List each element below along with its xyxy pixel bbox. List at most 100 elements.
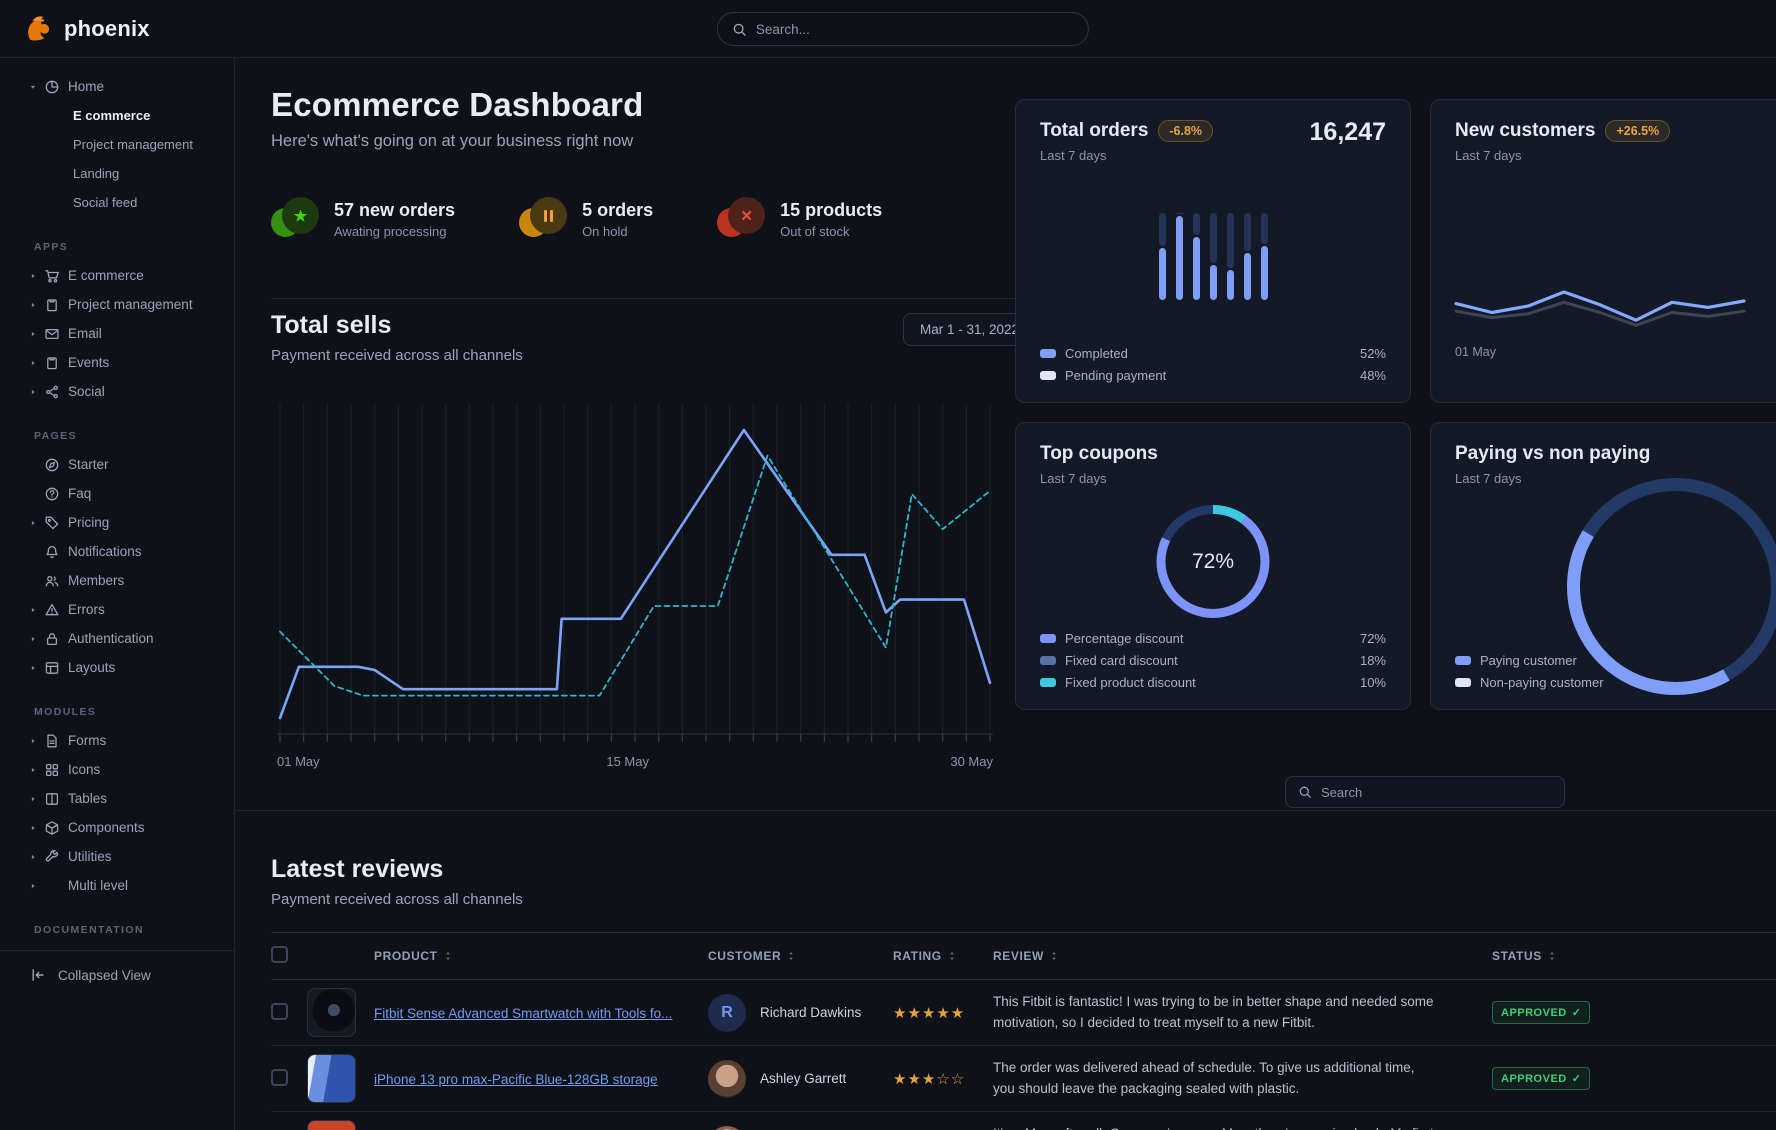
sidebar-item-forms[interactable]: Forms	[0, 726, 234, 755]
pause-icon	[519, 197, 569, 241]
sidebar-item-members[interactable]: Members	[0, 566, 234, 595]
bar-completed-segment	[1210, 265, 1217, 300]
sidebar-item-e-commerce[interactable]: E commerce	[0, 261, 234, 290]
brand-name: phoenix	[64, 16, 150, 42]
sidebar-item-pricing[interactable]: Pricing	[0, 508, 234, 537]
sidebar-item-utilities[interactable]: Utilities	[0, 842, 234, 871]
check-icon: ✓	[1572, 1006, 1582, 1019]
global-search[interactable]	[717, 12, 1089, 46]
column-header-review[interactable]: REVIEW	[993, 949, 1466, 963]
global-search-input[interactable]	[756, 22, 1074, 37]
phoenix-flame-icon	[22, 12, 55, 45]
bar-completed-segment	[1261, 246, 1268, 300]
sort-icon	[1546, 950, 1558, 962]
orders-legend: Completed52%Pending payment48%	[1040, 342, 1386, 386]
sidebar-item-label: Email	[68, 326, 102, 341]
pause-bar	[544, 210, 547, 222]
caret-right-icon	[28, 387, 44, 397]
legend-swatch	[1040, 349, 1056, 358]
caret-right-icon	[28, 852, 44, 862]
shopping-cart-icon	[44, 268, 68, 284]
search-icon	[732, 22, 747, 37]
review-cell: The order was delivered ahead of schedul…	[993, 1058, 1466, 1099]
caret-right-icon	[28, 329, 44, 339]
sort-icon	[442, 950, 454, 962]
column-header-rating[interactable]: RATING	[893, 949, 993, 963]
sidebar-item-social[interactable]: Social	[0, 377, 234, 406]
brand-logo[interactable]: phoenix	[22, 12, 150, 45]
legend-label: Non-paying customer	[1480, 675, 1776, 690]
rating-stars: ★★★☆☆	[893, 1071, 965, 1088]
rating-cell: ★★★☆☆	[893, 1070, 993, 1088]
legend-value: 52%	[1360, 346, 1386, 361]
paying-legend: Paying customer Non-paying customer	[1455, 649, 1776, 693]
sidebar-item-layouts[interactable]: Layouts	[0, 653, 234, 682]
sidebar-item-faq[interactable]: Faq	[0, 479, 234, 508]
reviews-search-input[interactable]	[1321, 785, 1552, 800]
status-cell: APPROVED✓	[1466, 1001, 1776, 1024]
collapsed-view-toggle[interactable]: Collapsed View	[0, 950, 234, 983]
sidebar-item-starter[interactable]: Starter	[0, 450, 234, 479]
avatar	[708, 1126, 746, 1130]
x-axis-label: 01 May	[1455, 345, 1496, 359]
sidebar-item-email[interactable]: Email	[0, 319, 234, 348]
sidebar-subitem-landing[interactable]: Landing	[0, 159, 234, 188]
sidebar-item-authentication[interactable]: Authentication	[0, 624, 234, 653]
legend-swatch	[1040, 371, 1056, 380]
sidebar-item-tables[interactable]: Tables	[0, 784, 234, 813]
legend-label: Pending payment	[1065, 368, 1351, 383]
select-all-checkbox[interactable]	[271, 946, 288, 963]
caret-right-icon	[28, 634, 44, 644]
product-thumb-cell	[307, 988, 374, 1037]
card-title: Total orders	[1040, 120, 1148, 142]
column-header-product[interactable]: PRODUCT	[374, 949, 708, 963]
compass-icon	[44, 457, 68, 473]
sidebar-item-events[interactable]: Events	[0, 348, 234, 377]
column-header-label: CUSTOMER	[708, 949, 781, 963]
card-period: Last 7 days	[1040, 148, 1386, 163]
total-sells-title: Total sells	[271, 311, 523, 340]
product-link[interactable]: Fitbit Sense Advanced Smartwatch with To…	[374, 1006, 696, 1021]
check-icon: ✓	[1572, 1072, 1582, 1085]
new-customers-line-chart	[1454, 255, 1776, 335]
sidebar-item-home[interactable]: Home	[0, 72, 234, 101]
product-thumb-cell	[307, 1120, 374, 1130]
sidebar-subitem-e-commerce[interactable]: E commerce	[0, 101, 234, 130]
legend-value: 72%	[1360, 631, 1386, 646]
sidebar-subitem-social-feed[interactable]: Social feed	[0, 188, 234, 217]
row-checkbox[interactable]	[271, 1069, 288, 1086]
sidebar-item-multi-level[interactable]: Multi level	[0, 871, 234, 900]
sidebar-section-title: APPS	[0, 241, 234, 253]
sidebar-item-label: Members	[68, 573, 124, 588]
sidebar-item-notifications[interactable]: Notifications	[0, 537, 234, 566]
sidebar-item-label: Errors	[68, 602, 105, 617]
legend-row: Paying customer	[1455, 649, 1776, 671]
stat-caption: Out of stock	[780, 224, 882, 239]
trend-badge: +26.5%	[1605, 120, 1670, 142]
legend-label: Percentage discount	[1065, 631, 1351, 646]
product-cell: iPhone 13 pro max-Pacific Blue-128GB sto…	[374, 1071, 708, 1087]
status-badge: APPROVED✓	[1492, 1067, 1590, 1090]
stat-text: 15 productsOut of stock	[780, 200, 882, 239]
reviews-search[interactable]	[1285, 776, 1565, 808]
sidebar-subitem-project-management[interactable]: Project management	[0, 130, 234, 159]
users-icon	[44, 573, 68, 589]
sidebar-item-errors[interactable]: Errors	[0, 595, 234, 624]
sidebar-item-label: Social	[68, 384, 105, 399]
sidebar-nav: HomeE commerceProject managementLandingS…	[0, 72, 234, 936]
column-header-status[interactable]: STATUS	[1466, 949, 1776, 963]
column-header-customer[interactable]: CUSTOMER	[708, 949, 893, 963]
caret-right-icon	[28, 518, 44, 528]
row-checkbox[interactable]	[271, 1003, 288, 1020]
sidebar-item-project-management[interactable]: Project management	[0, 290, 234, 319]
sidebar-item-icons[interactable]: Icons	[0, 755, 234, 784]
sidebar-item-components[interactable]: Components	[0, 813, 234, 842]
collapsed-view-label: Collapsed View	[58, 968, 151, 983]
bar-pending-segment	[1244, 213, 1251, 251]
sidebar-item-label: Authentication	[68, 631, 154, 646]
product-link[interactable]: iPhone 13 pro max-Pacific Blue-128GB sto…	[374, 1072, 682, 1087]
x-axis-label: 15 May	[606, 754, 649, 769]
bar-pending-segment	[1176, 213, 1183, 214]
legend-swatch	[1040, 634, 1056, 643]
stat-text: 57 new ordersAwating processing	[334, 200, 455, 239]
